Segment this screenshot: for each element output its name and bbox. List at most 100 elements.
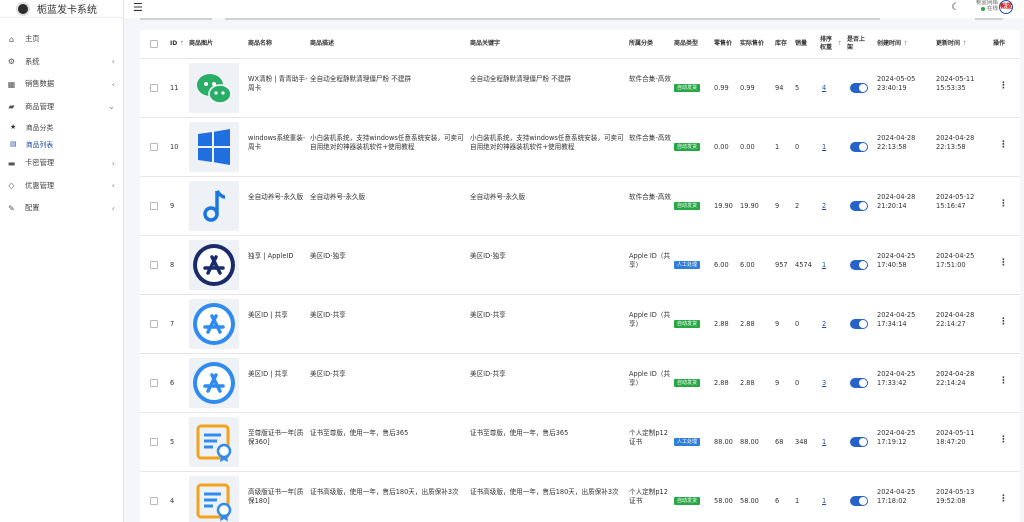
sidebar-item[interactable]: ✎ 配置 ‹ <box>0 197 123 220</box>
star-icon: ★ <box>10 122 17 131</box>
product-type-badge: 人工处理 <box>674 438 701 446</box>
sidebar-subitem-label: 商品列表 <box>26 140 54 149</box>
column-header[interactable]: 零售价 <box>714 30 738 58</box>
row-checkbox[interactable] <box>150 261 158 269</box>
more-actions-icon[interactable]: ⋮ <box>999 435 1008 445</box>
column-header[interactable]: 商品描述 <box>310 30 465 58</box>
stock-count: 957 <box>775 261 788 269</box>
retail-price: 2.88 <box>714 379 729 387</box>
product-image[interactable] <box>189 181 239 231</box>
chevron-down-icon: ⌄ <box>108 102 115 112</box>
product-image[interactable] <box>189 122 239 172</box>
listed-toggle[interactable] <box>850 201 868 211</box>
table-row: 5 至尊版证书一年[质保360] 证书至尊版，使用一年，售后365 证书至尊版，使用一… <box>140 413 1020 472</box>
column-header[interactable]: 操作 <box>993 30 1013 58</box>
product-table: ID ↑ 商品图片 商品名称 商品描述 商品关键字 所属分类 商品类型 零售价 实际售价 库存 销量排… <box>140 30 1020 522</box>
product-image[interactable] <box>189 240 239 290</box>
sort-weight-link[interactable]: 2 <box>822 202 826 210</box>
product-description: 证书高级版，使用一年，售后180天，出质保补3次 <box>310 488 459 496</box>
listed-toggle[interactable] <box>850 496 868 506</box>
created-time: 2024-04-25 17:18:02 <box>877 488 916 505</box>
sort-weight-link[interactable]: 1 <box>822 438 826 446</box>
row-checkbox[interactable] <box>150 143 158 151</box>
sidebar-subitem[interactable]: ★ 商品分类 <box>0 118 123 135</box>
column-header[interactable]: 商品图片 <box>189 30 239 58</box>
sort-icon[interactable]: ↑ <box>903 40 908 48</box>
row-checkbox[interactable] <box>150 497 158 505</box>
column-header[interactable]: 是否上架 <box>847 30 869 58</box>
sort-weight-link[interactable]: 4 <box>822 84 826 92</box>
sidebar-item-label: 系统 <box>25 56 40 66</box>
product-image[interactable] <box>189 476 239 522</box>
listed-toggle[interactable] <box>850 378 868 388</box>
listed-toggle[interactable] <box>850 437 868 447</box>
listed-toggle[interactable] <box>850 319 868 329</box>
sort-icon[interactable]: ↑ <box>962 40 967 48</box>
product-category: 软件合集-高效 <box>629 134 671 142</box>
sort-weight-link[interactable]: 2 <box>822 320 826 328</box>
more-actions-icon[interactable]: ⋮ <box>999 140 1008 150</box>
row-checkbox[interactable] <box>150 320 158 328</box>
home-icon: ⌂ <box>8 34 15 44</box>
column-header[interactable]: 实际售价 <box>740 30 770 58</box>
row-checkbox[interactable] <box>150 202 158 210</box>
more-actions-icon[interactable]: ⋮ <box>999 494 1008 504</box>
product-image[interactable] <box>189 299 239 349</box>
more-actions-icon[interactable]: ⋮ <box>999 81 1008 91</box>
sidebar-item[interactable]: ▰ 商品管理 ⌄ <box>0 96 123 119</box>
row-checkbox[interactable] <box>150 84 158 92</box>
more-actions-icon[interactable]: ⋮ <box>999 376 1008 386</box>
column-header-label: 商品图片 <box>189 40 214 47</box>
sort-weight-link[interactable]: 3 <box>822 379 826 387</box>
sort-icon[interactable]: ↑ <box>837 40 842 48</box>
product-keywords: 证书至尊版，使用一年，售后365 <box>470 429 569 437</box>
sort-weight-link[interactable]: 1 <box>822 497 826 505</box>
column-header[interactable]: 销量 <box>795 30 819 58</box>
sidebar-subitem[interactable]: ▤ 商品列表 <box>0 135 123 152</box>
column-header[interactable]: 排序权重 ↑ <box>820 30 842 58</box>
sidebar-item[interactable]: ▦ 销售数据 ‹ <box>0 73 123 96</box>
sidebar-item[interactable]: ⚙ 系统 ‹ <box>0 51 123 74</box>
column-header[interactable]: 商品类型 <box>674 30 712 58</box>
more-actions-icon[interactable]: ⋮ <box>999 317 1008 327</box>
product-image[interactable] <box>189 63 239 113</box>
sort-weight-link[interactable]: 1 <box>822 261 826 269</box>
column-header[interactable]: 创建时间 ↑ <box>877 30 932 58</box>
updated-time: 2024-05-13 19:52:08 <box>936 488 975 505</box>
column-header-label: 商品名称 <box>248 40 273 47</box>
column-header[interactable]: ID ↑ <box>170 30 184 58</box>
select-all-checkbox[interactable] <box>150 40 158 48</box>
more-actions-icon[interactable]: ⋮ <box>999 258 1008 268</box>
sidebar-item[interactable]: ⌂ 主页 <box>0 28 123 51</box>
column-header[interactable]: 更新时间 ↑ <box>936 30 991 58</box>
updated-time: 2024-05-11 18:47:20 <box>936 429 975 446</box>
sidebar-item[interactable]: ◇ 优惠管理 ‹ <box>0 175 123 198</box>
column-header[interactable]: 商品关键字 <box>470 30 625 58</box>
listed-toggle[interactable] <box>850 83 868 93</box>
product-description: 小白装机系统，支持windows任意系统安装，可卖可自用绝对的神器装机软件+使用… <box>310 134 464 151</box>
listed-toggle[interactable] <box>850 260 868 270</box>
product-image[interactable] <box>189 417 239 467</box>
dark-mode-icon[interactable]: ☾ <box>951 2 960 13</box>
row-id: 6 <box>170 379 175 387</box>
column-header[interactable]: 商品名称 <box>248 30 308 58</box>
column-header-label: ID <box>170 40 178 47</box>
stock-count: 9 <box>775 320 780 328</box>
product-description: 美区ID-共享 <box>310 370 346 378</box>
listed-toggle[interactable] <box>850 142 868 152</box>
brand[interactable]: 栀蓝发卡系统 <box>0 0 123 18</box>
column-header[interactable]: 所属分类 <box>629 30 671 58</box>
sidebar-item-label: 优惠管理 <box>25 180 55 190</box>
avatar[interactable]: 栀蓝 <box>999 0 1013 14</box>
sort-icon[interactable]: ↑ <box>179 40 184 48</box>
sales-count: 5 <box>795 84 800 92</box>
menu-toggle-icon[interactable]: ☰ <box>133 1 143 14</box>
row-checkbox[interactable] <box>150 438 158 446</box>
more-actions-icon[interactable]: ⋮ <box>999 199 1008 209</box>
product-name: 独享 | AppleID <box>248 252 294 260</box>
row-checkbox[interactable] <box>150 379 158 387</box>
product-image[interactable] <box>189 358 239 408</box>
column-header[interactable]: 库存 <box>775 30 793 58</box>
sort-weight-link[interactable]: 1 <box>822 143 826 151</box>
sidebar-item[interactable]: ▬ 卡密管理 ‹ <box>0 152 123 175</box>
